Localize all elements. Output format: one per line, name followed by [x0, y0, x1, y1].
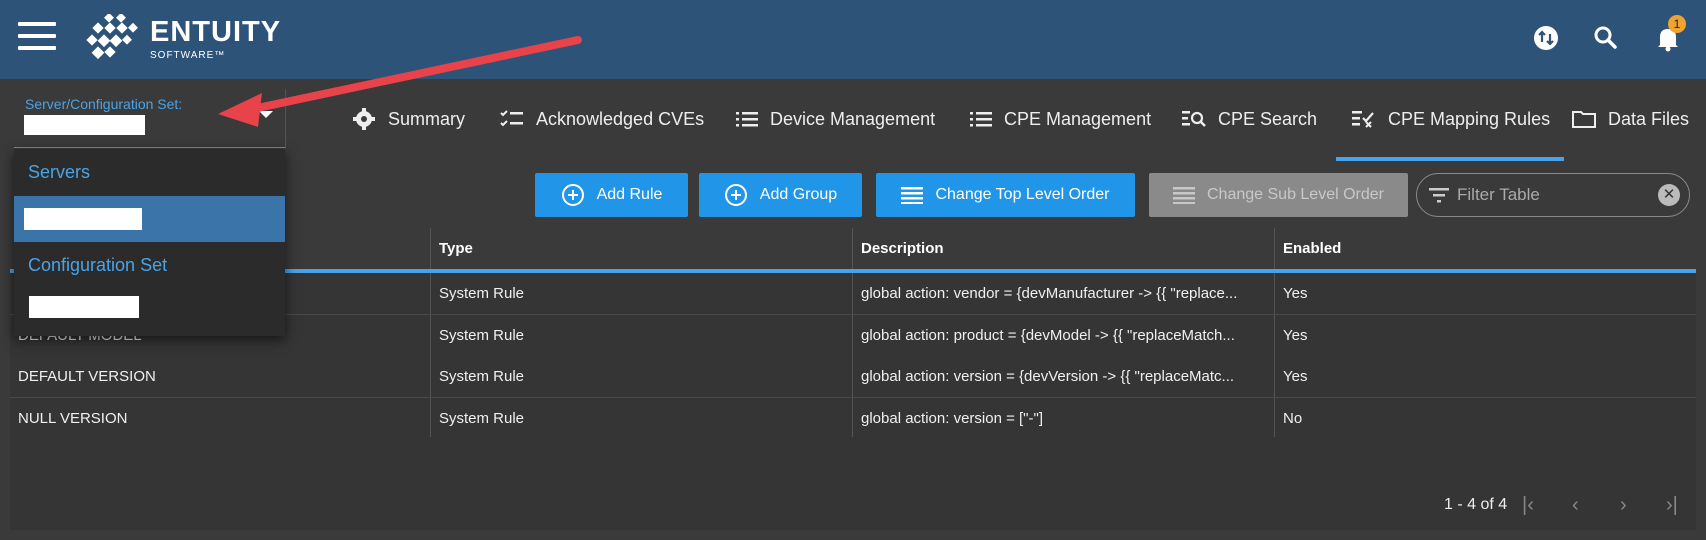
cell-description: global action: product = {devModel -> {{…: [853, 315, 1275, 356]
tab-label: CPE Management: [1004, 108, 1152, 129]
filter-table[interactable]: ✕: [1416, 173, 1690, 217]
reorder-icon: [901, 187, 924, 204]
tab-data-files[interactable]: Data Files: [1572, 94, 1689, 144]
cell-type: System Rule: [431, 356, 853, 397]
cell-enabled: No: [1283, 410, 1303, 427]
change-top-level-order-button[interactable]: Change Top Level Order: [876, 173, 1135, 217]
selector-label: Server/Configuration Set:: [25, 96, 183, 112]
tab-cpe-search[interactable]: CPE Search: [1182, 94, 1317, 144]
notification-badge: 1: [1668, 15, 1686, 33]
tab-acknowledged-cves[interactable]: Acknowledged CVEs: [500, 94, 704, 144]
cell-type: System Rule: [431, 398, 853, 439]
add-circle-icon: [561, 184, 584, 206]
list-icon: [736, 112, 758, 127]
filter-input[interactable]: [1455, 183, 1639, 207]
cell-enabled: Yes: [1283, 285, 1308, 302]
next-page-icon[interactable]: ›: [1620, 494, 1627, 517]
add-group-label: Add Group: [759, 186, 838, 203]
server-option[interactable]: [14, 196, 285, 242]
brand-sub: SOFTWARE™: [150, 50, 226, 61]
table-row[interactable]: DEFAULT VERSION System Rule global actio…: [10, 356, 1696, 398]
tab-label: CPE Mapping Rules: [1388, 108, 1551, 129]
list-icon: [970, 112, 992, 127]
cell-type: System Rule: [431, 273, 853, 314]
tab-label: Data Files: [1608, 108, 1690, 129]
cell-name: NULL VERSION: [10, 398, 431, 439]
cell-name: DEFAULT VERSION: [10, 356, 431, 397]
change-top-level-order-label: Change Top Level Order: [935, 186, 1110, 203]
tab-device-management[interactable]: Device Management: [736, 94, 935, 144]
brand-name: ENTUITY: [150, 16, 282, 48]
clear-icon[interactable]: ✕: [1658, 184, 1680, 206]
checklist-icon: [500, 110, 523, 127]
menu-icon[interactable]: [18, 22, 56, 54]
tab-label: Summary: [388, 108, 466, 129]
list-search-icon: [1182, 111, 1206, 127]
tab-cpe-mapping-rules[interactable]: CPE Mapping Rules: [1335, 94, 1565, 161]
reorder-icon: [1173, 187, 1195, 204]
change-sub-level-order-button: Change Sub Level Order: [1149, 173, 1408, 217]
tab-summary[interactable]: Summary: [352, 94, 465, 144]
server-config-dropdown: Servers Configuration Set: [14, 149, 285, 336]
add-circle-icon: [724, 184, 747, 206]
column-header-enabled[interactable]: Enabled: [1275, 228, 1696, 269]
configuration-set-header: Configuration Set: [28, 255, 168, 275]
last-page-icon[interactable]: ›|: [1666, 494, 1678, 517]
entuity-logo: ENTUITY SOFTWARE™: [84, 12, 284, 64]
server-name-redacted: [24, 208, 142, 230]
first-page-icon[interactable]: |‹: [1522, 494, 1534, 517]
previous-page-icon[interactable]: ‹: [1572, 494, 1579, 517]
configuration-set-option[interactable]: [14, 285, 285, 331]
tab-label: Device Management: [770, 108, 936, 129]
server-config-selector[interactable]: Server/Configuration Set:: [14, 89, 286, 148]
folder-icon: [1572, 111, 1596, 128]
add-rule-button[interactable]: Add Rule: [535, 173, 688, 217]
gear-icon: [353, 108, 375, 130]
servers-header: Servers: [28, 162, 91, 182]
selector-value-redacted: [24, 115, 145, 135]
table-empty-area: [10, 437, 1696, 530]
cell-description: global action: version = ["-"]: [853, 398, 1275, 439]
pagination-range: 1 - 4 of 4: [1444, 496, 1508, 513]
rule-check-icon: [1352, 111, 1374, 128]
caret-down-icon[interactable]: [259, 111, 273, 118]
sync-icon[interactable]: [1530, 22, 1562, 54]
change-sub-level-order-label: Change Sub Level Order: [1207, 186, 1384, 203]
cell-enabled: Yes: [1283, 327, 1308, 344]
table-row[interactable]: NULL VERSION System Rule global action: …: [10, 398, 1696, 440]
cell-description: global action: vendor = {devManufacturer…: [853, 273, 1275, 314]
add-rule-label: Add Rule: [596, 186, 663, 203]
tab-label: Acknowledged CVEs: [536, 108, 705, 129]
cell-description: global action: version = {devVersion -> …: [853, 356, 1275, 397]
column-header-type[interactable]: Type: [431, 228, 853, 269]
top-bar: ENTUITY SOFTWARE™ 1: [0, 0, 1706, 79]
add-group-button[interactable]: Add Group: [699, 173, 862, 217]
config-name-redacted: [29, 296, 139, 318]
filter-icon: [1429, 188, 1449, 203]
cell-enabled: Yes: [1283, 368, 1308, 385]
column-header-description[interactable]: Description: [853, 228, 1275, 269]
search-icon[interactable]: [1590, 22, 1622, 54]
cell-type: System Rule: [431, 315, 853, 356]
logo-mark-icon: [86, 12, 138, 60]
tab-cpe-management[interactable]: CPE Management: [970, 94, 1151, 144]
tab-label: CPE Search: [1218, 108, 1318, 129]
